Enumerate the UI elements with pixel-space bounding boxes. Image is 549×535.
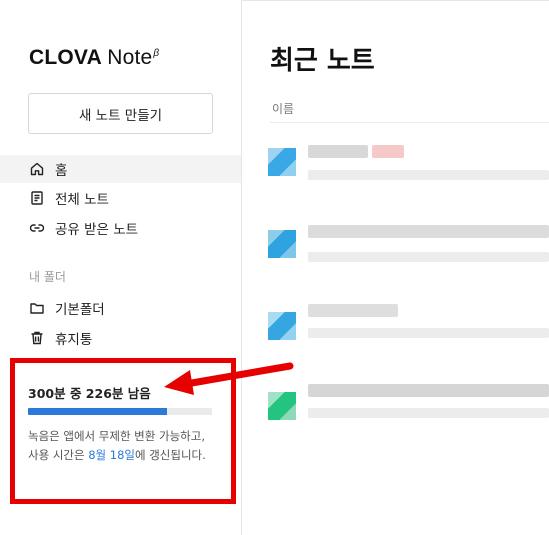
- sidebar-item-label: 공유 받은 노트: [55, 222, 139, 238]
- logo-beta-badge: β: [153, 48, 160, 59]
- clova-note-logo[interactable]: CLOVA Noteβ: [29, 46, 159, 70]
- note-thumbnail-icon: [268, 312, 296, 340]
- sidebar-item-all-notes[interactable]: 전체 노트: [0, 184, 241, 212]
- trash-icon: [29, 330, 45, 346]
- list-item[interactable]: [268, 384, 549, 452]
- logo-product: Note: [107, 46, 153, 69]
- sidebar-item-label: 기본폴더: [55, 302, 105, 318]
- new-note-button[interactable]: 새 노트 만들기: [28, 93, 213, 134]
- list-item[interactable]: [268, 145, 549, 208]
- note-thumbnail-icon: [268, 148, 296, 176]
- page-title: 최근 노트: [270, 46, 375, 76]
- column-header-name[interactable]: 이름: [272, 100, 294, 117]
- sidebar-item-label: 홈: [55, 163, 68, 179]
- header-divider: [270, 122, 549, 123]
- logo-brand: CLOVA: [29, 46, 102, 69]
- folder-icon: [29, 300, 45, 316]
- list-item[interactable]: [268, 225, 549, 290]
- sidebar-item-label: 전체 노트: [55, 192, 109, 208]
- sidebar-item-default-folder[interactable]: 기본폴더: [0, 294, 241, 322]
- home-icon: [29, 161, 45, 177]
- note-thumbnail-icon: [268, 230, 296, 258]
- link-icon: [29, 220, 45, 236]
- sidebar-item-label: 휴지통: [55, 332, 93, 348]
- document-icon: [29, 190, 45, 206]
- sidebar-item-shared-notes[interactable]: 공유 받은 노트: [0, 214, 241, 242]
- note-thumbnail-icon: [268, 392, 296, 420]
- my-folders-label: 내 폴더: [29, 270, 66, 284]
- sidebar-item-trash[interactable]: 휴지통: [0, 324, 241, 352]
- sidebar-item-home[interactable]: 홈: [0, 155, 241, 183]
- list-item[interactable]: [268, 304, 549, 372]
